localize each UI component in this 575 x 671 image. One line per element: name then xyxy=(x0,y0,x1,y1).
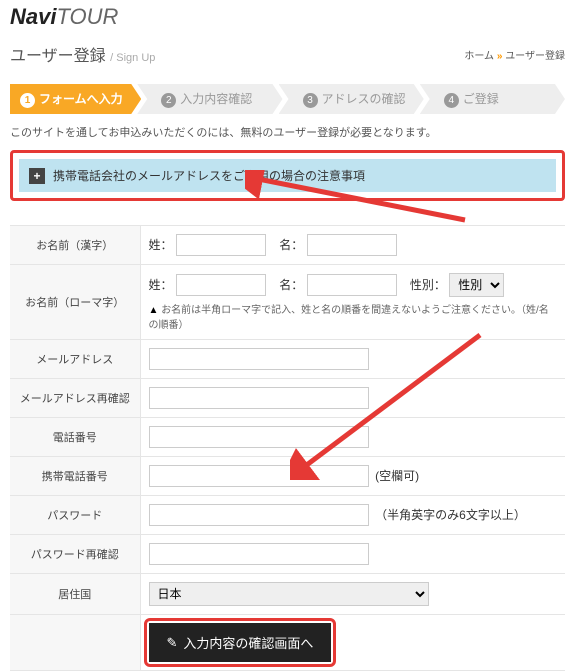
step-2: 2 入力内容確認 xyxy=(137,84,282,114)
step-2-num: 2 xyxy=(161,93,176,108)
label-email2: メールアドレス再確認 xyxy=(10,379,140,418)
mobile-input[interactable] xyxy=(149,465,369,487)
step-3: 3 アドレスの確認 xyxy=(279,84,424,114)
password-confirm-input[interactable] xyxy=(149,543,369,565)
breadcrumb: ホーム » ユーザー登録 xyxy=(464,47,565,62)
notice-toggle[interactable]: + 携帯電話会社のメールアドレスをご利用の場合の注意事項 xyxy=(19,159,556,192)
roma-hint-text: お名前は半角ローマ字で記入、姓と名の順番を間違えないようご注意ください。（姓/名… xyxy=(149,305,549,331)
submit-label: 入力内容の確認画面へ xyxy=(183,633,313,652)
step-4-num: 4 xyxy=(444,93,459,108)
sei-roma-input[interactable] xyxy=(176,274,266,296)
label-mobile: 携帯電話番号 xyxy=(10,457,140,496)
step-1-num: 1 xyxy=(20,93,35,108)
page-title: ユーザー登録 / Sign Up xyxy=(10,42,155,66)
breadcrumb-home[interactable]: ホーム xyxy=(464,51,494,62)
step-4-label: ご登録 xyxy=(463,92,499,106)
label-email: メールアドレス xyxy=(10,340,140,379)
email-input[interactable] xyxy=(149,348,369,370)
intro-text: このサイトを通してお申込みいただくのには、無料のユーザー登録が必要となります。 xyxy=(10,124,565,140)
label-tel: 電話番号 xyxy=(10,418,140,457)
sei-label: 姓： xyxy=(149,238,173,252)
notice-text: 携帯電話会社のメールアドレスをご利用の場合の注意事項 xyxy=(53,167,365,184)
email-confirm-input[interactable] xyxy=(149,387,369,409)
notice-highlight-box: + 携帯電話会社のメールアドレスをご利用の場合の注意事項 xyxy=(10,150,565,201)
logo: NaviTOUR xyxy=(10,0,565,36)
tel-input[interactable] xyxy=(149,426,369,448)
step-4: 4 ご登録 xyxy=(420,84,565,114)
label-name-roma: お名前（ローマ字） xyxy=(10,265,140,340)
mei-label: 名： xyxy=(279,238,303,252)
step-3-label: アドレスの確認 xyxy=(322,92,406,106)
submit-button[interactable]: ✎ 入力内容の確認画面へ xyxy=(149,623,332,662)
page-title-sub: / Sign Up xyxy=(110,52,155,64)
password-input[interactable] xyxy=(149,504,369,526)
breadcrumb-sep: » xyxy=(497,51,503,62)
sei-kanji-input[interactable] xyxy=(176,234,266,256)
mei-roma-label: 名： xyxy=(279,278,303,292)
mobile-hint: (空欄可) xyxy=(375,469,419,483)
password-hint: （半角英字のみ6文字以上） xyxy=(375,508,526,522)
step-2-label: 入力内容確認 xyxy=(180,92,252,106)
steps: 1 フォームへ入力 2 入力内容確認 3 アドレスの確認 4 ご登録 xyxy=(10,84,565,114)
step-1: 1 フォームへ入力 xyxy=(10,84,141,114)
mei-kanji-input[interactable] xyxy=(307,234,397,256)
signup-form: お名前（漢字） 姓： 名： お名前（ローマ字） 姓： 名： 性別： 性 xyxy=(10,225,565,671)
label-password: パスワード xyxy=(10,496,140,535)
plus-icon: + xyxy=(29,168,45,184)
logo-part2: TOUR xyxy=(56,4,118,29)
mei-roma-input[interactable] xyxy=(307,274,397,296)
edit-icon: ✎ xyxy=(167,635,178,651)
logo-part1: Navi xyxy=(10,4,56,29)
gender-select[interactable]: 性別 xyxy=(449,273,504,297)
sei-roma-label: 姓： xyxy=(149,278,173,292)
breadcrumb-current: ユーザー登録 xyxy=(505,51,565,62)
warning-icon: ▲ xyxy=(149,305,159,316)
label-name-kanji: お名前（漢字） xyxy=(10,226,140,265)
label-country: 居住国 xyxy=(10,574,140,615)
page-title-main: ユーザー登録 xyxy=(10,48,106,65)
step-3-num: 3 xyxy=(303,93,318,108)
country-select[interactable]: 日本 xyxy=(149,582,429,606)
step-1-label: フォームへ入力 xyxy=(39,92,123,106)
label-submit-empty xyxy=(10,615,140,671)
gender-label: 性別： xyxy=(410,278,446,292)
label-password2: パスワード再確認 xyxy=(10,535,140,574)
roma-hint: ▲ お名前は半角ローマ字で記入、姓と名の順番を間違えないようご注意ください。（姓… xyxy=(149,301,558,331)
